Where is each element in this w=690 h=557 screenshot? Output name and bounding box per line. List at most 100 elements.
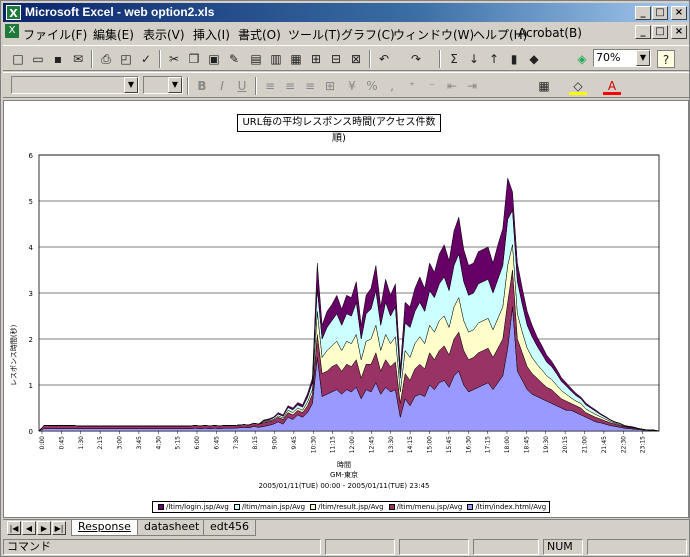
- legend-entry: /ltim/login.jsp/Avg: [158, 502, 229, 512]
- open-icon[interactable]: ▭: [29, 50, 47, 68]
- chevron-down-icon[interactable]: ▼: [124, 77, 138, 93]
- tab-response[interactable]: Response: [71, 520, 138, 536]
- tab-edt456[interactable]: edt456: [203, 520, 257, 536]
- undo-icon[interactable]: ↶: [375, 50, 393, 68]
- autosum-icon[interactable]: Σ: [445, 50, 463, 68]
- x-tick-label: 9:00: [272, 436, 279, 450]
- new-icon[interactable]: □: [9, 50, 27, 68]
- chevron-down-icon[interactable]: ▼: [636, 50, 650, 66]
- legend-entry: /ltim/result.jsp/Avg: [310, 502, 384, 512]
- filter-icon[interactable]: ⊠: [347, 50, 365, 68]
- menu-file[interactable]: ファイル(F): [23, 26, 87, 43]
- close-button[interactable]: ×: [671, 6, 687, 20]
- underline-icon[interactable]: U: [233, 77, 251, 95]
- mail-icon[interactable]: ✉: [69, 50, 87, 68]
- borders-icon[interactable]: ▦: [535, 77, 553, 95]
- comma-icon[interactable]: ,: [383, 77, 401, 95]
- redo-icon[interactable]: ↷: [407, 50, 425, 68]
- x-tick-label: 19:30: [543, 436, 550, 453]
- legend-label: /ltim/menu.jsp/Avg: [396, 503, 463, 511]
- tab-datasheet[interactable]: datasheet: [137, 520, 207, 536]
- print-icon[interactable]: ⎙: [97, 50, 115, 68]
- workbook-icon[interactable]: X: [5, 24, 19, 38]
- maximize-button[interactable]: □: [652, 6, 668, 20]
- help-icon[interactable]: ?: [657, 50, 675, 68]
- sort-asc-icon[interactable]: ↓: [465, 50, 483, 68]
- align-right-icon[interactable]: ≡: [301, 77, 319, 95]
- standard-toolbar: □ ▭ ▪ ✉ ⎙ ◰ ✓ ✂ ❐ ▣ ✎ ▤ ▥ ▦ ⊞ ⊟ ⊠ ↶ ↷ Σ …: [3, 45, 689, 71]
- area-chart[interactable]: 0 1 2 3 4 5 6 0:00 0:45 1:30 2:15 3:00 3:45 4:30 5:15…: [4, 101, 688, 497]
- y-tick-label: 5: [29, 198, 33, 206]
- legend-label: /ltim/index.html/Avg: [475, 503, 547, 511]
- doc-restore-button[interactable]: □: [652, 25, 668, 39]
- spellcheck-icon[interactable]: ✓: [137, 50, 155, 68]
- doc-close-button[interactable]: ×: [671, 25, 687, 39]
- acrobat-icon[interactable]: ◈: [573, 50, 591, 68]
- menu-insert[interactable]: 挿入(I): [193, 26, 230, 43]
- chevron-down-icon[interactable]: ▼: [168, 77, 182, 93]
- x-tick-label: 21:00: [582, 436, 589, 453]
- x-tick-label: 14:15: [407, 436, 414, 453]
- paste-icon[interactable]: ▣: [205, 50, 223, 68]
- y-axis-label: レスポンス時間(秒): [9, 324, 18, 386]
- indent-icon[interactable]: ⇥: [463, 77, 481, 95]
- menu-window[interactable]: ウィンドウ(W): [393, 26, 474, 43]
- prev-sheet-icon[interactable]: ◀: [22, 521, 36, 535]
- italic-icon[interactable]: I: [213, 77, 231, 95]
- bold-icon[interactable]: B: [193, 77, 211, 95]
- zoom-select[interactable]: 70% ▼: [593, 49, 651, 67]
- minimize-button[interactable]: _: [635, 6, 651, 20]
- status-pane: [399, 539, 469, 555]
- sort-desc-icon[interactable]: ↑: [485, 50, 503, 68]
- cells-icon[interactable]: ⊟: [327, 50, 345, 68]
- y-tick-label: 1: [29, 382, 33, 390]
- legend-entry: /ltim/index.html/Avg: [467, 502, 546, 512]
- legend-swatch: [388, 504, 395, 510]
- chart-icon[interactable]: ▥: [267, 50, 285, 68]
- last-sheet-icon[interactable]: ▶|: [52, 521, 66, 535]
- y-tick-label: 6: [29, 152, 34, 160]
- font-select[interactable]: ▼: [11, 76, 139, 94]
- merge-center-icon[interactable]: ⊞: [321, 77, 339, 95]
- menu-edit[interactable]: 編集(E): [93, 26, 134, 43]
- menu-acrobat[interactable]: Acrobat(B): [518, 26, 582, 40]
- separator: [255, 77, 257, 95]
- x-tick-label: 21:45: [601, 436, 608, 453]
- align-left-icon[interactable]: ≡: [261, 77, 279, 95]
- separator: [369, 50, 371, 68]
- outdent-icon[interactable]: ⇤: [443, 77, 461, 95]
- menu-format[interactable]: 書式(O): [238, 26, 281, 43]
- drawing-icon[interactable]: ◆: [525, 50, 543, 68]
- chart-wizard-icon[interactable]: ▤: [247, 50, 265, 68]
- doc-minimize-button[interactable]: _: [635, 25, 651, 39]
- cut-icon[interactable]: ✂: [165, 50, 183, 68]
- chart-sheet[interactable]: URL毎の平均レスポンス時間(アクセス件数順) 0123456 0:00 0:45…: [3, 100, 689, 518]
- menu-chart[interactable]: グラフ(C): [341, 26, 395, 43]
- format-painter-icon[interactable]: ✎: [225, 50, 243, 68]
- x-tick-label: 12:00: [349, 436, 356, 453]
- percent-icon[interactable]: %: [363, 77, 381, 95]
- excel-app-icon[interactable]: X: [6, 5, 21, 20]
- separator: [439, 50, 441, 68]
- x-tick-label: 6:00: [194, 436, 201, 450]
- menu-view[interactable]: 表示(V): [143, 26, 185, 43]
- chart-legend[interactable]: /ltim/login.jsp/Avg/ltim/main.jsp/Avg/lt…: [152, 501, 550, 513]
- chart-type-icon[interactable]: ▮: [505, 50, 523, 68]
- save-icon[interactable]: ▪: [49, 50, 67, 68]
- preview-icon[interactable]: ◰: [117, 50, 135, 68]
- currency-icon[interactable]: ¥: [343, 77, 361, 95]
- align-center-icon[interactable]: ≡: [281, 77, 299, 95]
- inc-decimal-icon[interactable]: ⁺: [403, 77, 421, 95]
- copy-icon[interactable]: ❐: [185, 50, 203, 68]
- x-tick-label: 17:15: [485, 436, 492, 453]
- font-size-select[interactable]: ▼: [143, 76, 183, 94]
- fill-color-icon[interactable]: ◇: [569, 77, 587, 95]
- x-tick-label: 2:15: [97, 436, 104, 450]
- merge-icon[interactable]: ⊞: [307, 50, 325, 68]
- paint-icon[interactable]: ▦: [287, 50, 305, 68]
- menu-tools[interactable]: ツール(T): [288, 26, 341, 43]
- next-sheet-icon[interactable]: ▶: [37, 521, 51, 535]
- font-color-icon[interactable]: A: [603, 77, 621, 95]
- first-sheet-icon[interactable]: |◀: [7, 521, 21, 535]
- dec-decimal-icon[interactable]: ⁻: [423, 77, 441, 95]
